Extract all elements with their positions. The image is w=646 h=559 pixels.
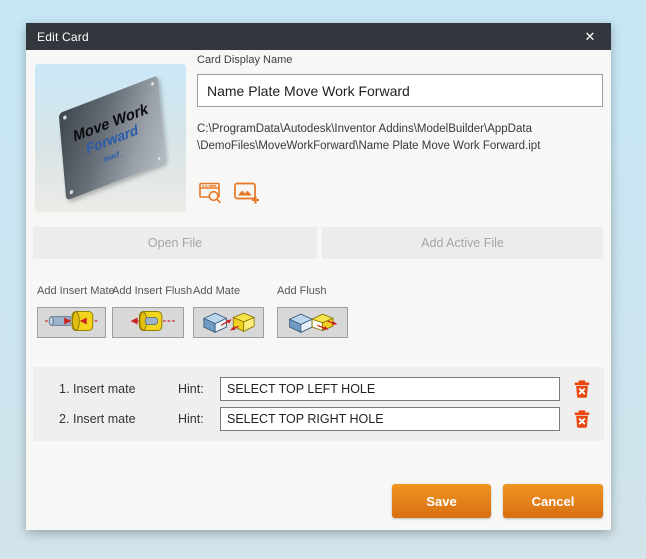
file-action-icons: [198, 181, 260, 205]
insert-flush-icon: [117, 308, 179, 337]
screw-icon: [157, 156, 161, 162]
mate-type-label: Insert mate: [73, 412, 136, 426]
screw-icon: [63, 115, 67, 121]
open-file-button[interactable]: Open File: [33, 227, 317, 259]
add-insert-mate-button[interactable]: [37, 307, 106, 338]
add-mate-label: Add Mate: [193, 285, 240, 297]
mate-row-1: 1. Insert mate Hint:: [33, 377, 604, 401]
delete-mate-button-2[interactable]: [574, 410, 590, 428]
mate-type-label: Insert mate: [73, 382, 136, 396]
add-insert-flush-label: Add Insert Flush: [112, 285, 192, 297]
add-flush-label: Add Flush: [277, 285, 327, 297]
save-button[interactable]: Save: [392, 484, 491, 518]
mate-icon: [198, 308, 260, 337]
name-plate-graphic: Move Work Forward mwf_: [59, 75, 166, 200]
mate-index: 1.: [59, 382, 69, 396]
part-preview-image: Move Work Forward mwf_: [35, 64, 186, 212]
screw-icon: [151, 81, 155, 87]
add-mate-button[interactable]: [193, 307, 264, 338]
dialog-title: Edit Card: [26, 30, 89, 44]
close-icon[interactable]: ✕: [575, 23, 605, 50]
file-path-line2: \DemoFiles\MoveWorkForward\Name Plate Mo…: [197, 138, 607, 155]
card-display-name-label: Card Display Name: [197, 54, 292, 66]
insert-mate-icon: [41, 308, 103, 337]
card-display-name-input[interactable]: [197, 74, 603, 107]
hint-input-1[interactable]: [220, 377, 560, 401]
title-bar: Edit Card ✕: [26, 23, 611, 50]
edit-card-dialog: Edit Card ✕ Move Work Forward mwf_ Card …: [26, 23, 611, 530]
add-insert-mate-label: Add Insert Mate: [37, 285, 115, 297]
hint-label: Hint:: [178, 382, 210, 396]
add-flush-button[interactable]: [277, 307, 348, 338]
file-path-text: C:\ProgramData\Autodesk\Inventor Addins\…: [197, 121, 607, 155]
hint-label: Hint:: [178, 412, 210, 426]
screw-icon: [69, 189, 73, 195]
file-path-line1: C:\ProgramData\Autodesk\Inventor Addins\…: [197, 121, 607, 138]
delete-mate-button-1[interactable]: [574, 380, 590, 398]
cancel-button[interactable]: Cancel: [503, 484, 603, 518]
mate-row-2: 2. Insert mate Hint:: [33, 407, 604, 431]
add-active-file-button[interactable]: Add Active File: [322, 227, 603, 259]
mate-index: 2.: [59, 412, 69, 426]
add-insert-flush-button[interactable]: [112, 307, 184, 338]
preview-file-icon[interactable]: [198, 181, 224, 205]
hint-input-2[interactable]: [220, 407, 560, 431]
add-image-icon[interactable]: [234, 181, 260, 205]
flush-icon: [282, 308, 344, 337]
mate-list-panel: 1. Insert mate Hint: 2. Insert mate Hint…: [33, 367, 604, 441]
plate-logo: mwf_: [103, 147, 125, 164]
